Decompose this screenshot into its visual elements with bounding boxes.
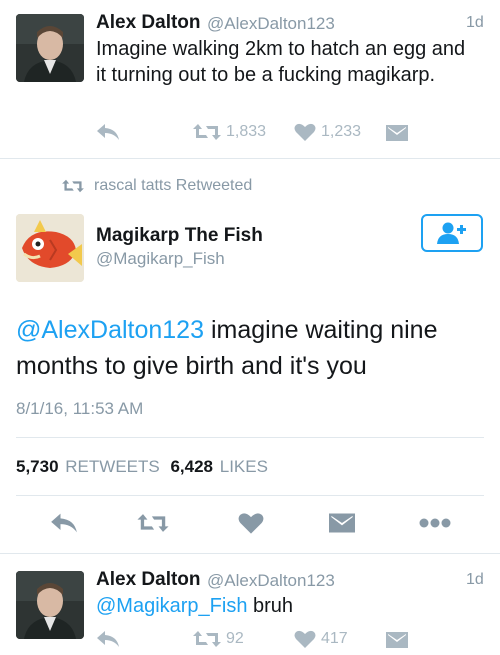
reply-icon [97, 124, 119, 140]
reply-author-handle[interactable]: @AlexDalton123 [207, 571, 335, 591]
tweet1-author-name[interactable]: Alex Dalton [96, 12, 201, 34]
divider [0, 158, 500, 159]
divider [0, 553, 500, 554]
tweet1-text: Imagine walking 2km to hatch an egg and … [96, 38, 466, 86]
reply-like-count: 417 [321, 630, 348, 647]
main-tweet-divider-2 [16, 495, 484, 496]
main-tweet-author-handle[interactable]: @Magikarp_Fish [96, 249, 225, 269]
reply-like-button[interactable]: 417 [294, 630, 348, 648]
more-icon [419, 518, 451, 528]
avatar-magikarp[interactable] [16, 214, 84, 282]
main-tweet-dm-button[interactable] [329, 513, 355, 533]
envelope-icon [386, 632, 408, 648]
reply-body: bruh [247, 595, 294, 617]
reply-time[interactable]: 1d [466, 571, 484, 589]
main-tweet-divider-1 [16, 437, 484, 438]
retweet-label[interactable]: RETWEETS [65, 457, 159, 476]
main-tweet-more-button[interactable] [419, 518, 451, 528]
tweet1-retweet-count: 1,833 [226, 123, 267, 140]
tweet1-dm-button[interactable] [386, 125, 408, 141]
retweet-icon [193, 631, 221, 647]
avatar-alex-dalton[interactable] [16, 571, 84, 639]
heart-icon [238, 513, 264, 534]
retweet-icon [137, 514, 169, 532]
heart-icon [294, 630, 316, 648]
reply-author-name[interactable]: Alex Dalton [96, 569, 201, 591]
add-user-icon [437, 222, 466, 244]
like-count[interactable]: 6,428 [170, 457, 213, 476]
follow-button[interactable] [421, 214, 483, 252]
retweet-banner-label: rascal tatts Retweeted [94, 177, 253, 194]
reply-mention[interactable]: @Magikarp_Fish [96, 595, 247, 617]
tweet1-retweet-button[interactable]: 1,833 [193, 123, 266, 141]
retweet-icon [62, 179, 84, 193]
retweet-count[interactable]: 5,730 [16, 457, 59, 476]
main-tweet-timestamp[interactable]: 8/1/16, 11:53 AM [16, 399, 143, 419]
reply-reply-button[interactable] [96, 630, 120, 648]
avatar-alex-dalton[interactable] [16, 14, 84, 82]
tweet1-author-handle[interactable]: @AlexDalton123 [207, 14, 335, 34]
main-tweet-author-name[interactable]: Magikarp The Fish [96, 225, 263, 247]
main-tweet-retweet-button[interactable] [137, 513, 169, 533]
main-tweet-text: @AlexDalton123 imagine waiting nine mont… [16, 312, 484, 384]
main-tweet-mention[interactable]: @AlexDalton123 [16, 316, 204, 344]
main-tweet-like-button[interactable] [238, 512, 264, 534]
tweet1-reply-button[interactable] [96, 123, 120, 141]
main-tweet-stats: 5,730 RETWEETS 6,428 LIKES [16, 457, 268, 477]
reply-icon [51, 513, 77, 533]
main-tweet-reply-button[interactable] [50, 512, 78, 534]
like-label[interactable]: LIKES [220, 457, 268, 476]
envelope-icon [386, 125, 408, 141]
reply-icon [97, 631, 119, 647]
tweet1-like-count: 1,233 [321, 123, 362, 140]
reply-retweet-button[interactable]: 92 [193, 630, 244, 648]
tweet1-like-button[interactable]: 1,233 [294, 123, 361, 141]
heart-icon [294, 123, 316, 141]
retweet-icon [193, 124, 221, 140]
reply-text: @Magikarp_Fish bruh [96, 593, 293, 619]
tweet1-time[interactable]: 1d [466, 14, 484, 32]
reply-retweet-count: 92 [226, 630, 244, 647]
reply-dm-button[interactable] [386, 632, 408, 648]
retweet-banner[interactable]: rascal tatts Retweeted [62, 177, 252, 195]
envelope-icon [329, 513, 355, 533]
